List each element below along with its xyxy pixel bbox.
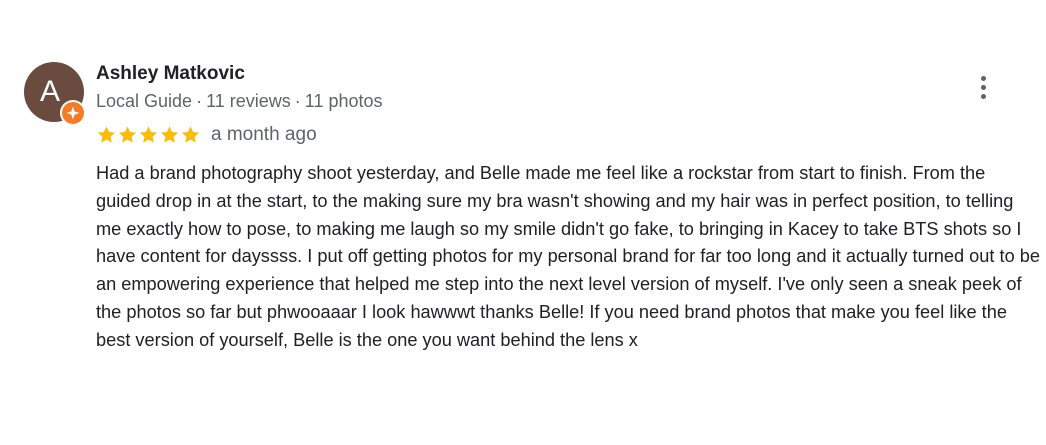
author-name[interactable]: Ashley Matkovic [96, 62, 245, 86]
meta-separator: · [196, 91, 203, 111]
star-icon [139, 126, 158, 143]
review-card: A Ashley Matkovic Local Guide · 11 reviews… [0, 0, 1046, 445]
rating-row: a month ago [96, 122, 317, 148]
more-options-button[interactable] [970, 72, 998, 104]
star-icon [160, 126, 179, 143]
meta-separator: · [294, 91, 301, 111]
star-icon [97, 126, 116, 143]
star-rating [96, 125, 201, 145]
review-date: a month ago [211, 124, 317, 145]
star-icon [181, 126, 200, 143]
local-guide-badge-icon [60, 100, 86, 126]
author-meta: Local Guide · 11 reviews · 11 photos [96, 89, 383, 113]
review-text: Had a brand photography shoot yesterday,… [96, 163, 1040, 350]
author-badge-label: Local Guide [96, 91, 193, 111]
author-photos-count: 11 photos [304, 91, 383, 111]
author-reviews-count: 11 reviews [206, 91, 291, 111]
star-icon [118, 126, 137, 143]
